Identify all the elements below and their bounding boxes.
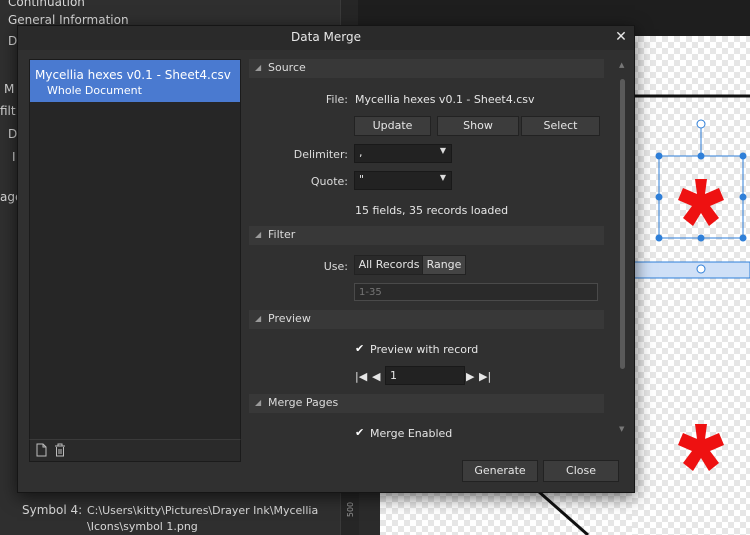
page-border-line bbox=[537, 489, 589, 535]
preview-checkbox[interactable]: ✔ bbox=[355, 343, 365, 354]
quote-dropdown[interactable]: " ▼ bbox=[354, 171, 452, 190]
panel-text: M bbox=[4, 82, 15, 96]
section-header-filter[interactable]: ◢ Filter bbox=[249, 226, 604, 245]
first-record-icon[interactable]: |◀ bbox=[355, 370, 367, 383]
symbol-path: C:\Users\kitty\Pictures\Drayer Ink\Mycel… bbox=[87, 504, 319, 517]
selection-handle bbox=[696, 264, 706, 274]
new-document-icon[interactable] bbox=[35, 443, 47, 457]
scroll-down-icon[interactable]: ▼ bbox=[619, 425, 624, 433]
collapse-triangle-icon: ◢ bbox=[255, 314, 262, 323]
range-button[interactable]: Range bbox=[422, 255, 466, 275]
scroll-up-icon[interactable]: ▲ bbox=[619, 61, 624, 69]
section-header-merge-pages[interactable]: ◢ Merge Pages bbox=[249, 394, 604, 413]
last-record-icon[interactable]: ▶| bbox=[479, 370, 491, 383]
file-value: Mycellia hexes v0.1 - Sheet4.csv bbox=[355, 93, 535, 106]
section-title: Preview bbox=[268, 312, 311, 325]
symbol-label: Symbol 4: bbox=[22, 503, 83, 517]
record-number-input[interactable] bbox=[385, 366, 465, 385]
next-record-icon[interactable]: ▶ bbox=[466, 370, 474, 383]
merge-enabled-checkbox[interactable]: ✔ bbox=[355, 427, 365, 438]
list-toolbar bbox=[29, 439, 241, 462]
collapse-triangle-icon: ◢ bbox=[255, 230, 262, 239]
collapse-triangle-icon: ◢ bbox=[255, 398, 262, 407]
all-records-button[interactable]: All Records bbox=[354, 255, 424, 275]
use-label: Use: bbox=[323, 260, 348, 273]
records-status: 15 fields, 35 records loaded bbox=[355, 204, 509, 217]
delimiter-label: Delimiter: bbox=[293, 148, 348, 161]
file-label: File: bbox=[325, 93, 348, 106]
close-button[interactable]: Close bbox=[543, 460, 619, 482]
section-header-source[interactable]: ◢ Source bbox=[249, 59, 604, 78]
selection-band bbox=[631, 261, 750, 279]
chevron-down-icon: ▼ bbox=[439, 146, 446, 155]
select-button[interactable]: Select bbox=[521, 116, 600, 136]
list-item[interactable]: Mycellia hexes v0.1 - Sheet4.csv Whole D… bbox=[30, 60, 240, 102]
preview-label: Preview with record bbox=[370, 343, 479, 356]
panel-text: D bbox=[8, 34, 18, 48]
data-source-list[interactable]: Mycellia hexes v0.1 - Sheet4.csv Whole D… bbox=[29, 59, 241, 441]
ruler-label: 500 bbox=[346, 501, 356, 518]
section-title: Merge Pages bbox=[268, 396, 339, 409]
data-source-name: Mycellia hexes v0.1 - Sheet4.csv bbox=[35, 68, 231, 82]
scrollbar-thumb[interactable] bbox=[620, 79, 625, 369]
panel-text: D bbox=[8, 127, 18, 141]
panel-text: Continuation bbox=[8, 0, 85, 9]
collapse-triangle-icon: ◢ bbox=[255, 63, 262, 72]
generate-button[interactable]: Generate bbox=[462, 460, 538, 482]
dialog-title: Data Merge bbox=[291, 30, 361, 44]
delimiter-value: , bbox=[359, 146, 363, 159]
close-icon[interactable]: ✕ bbox=[612, 28, 630, 46]
symbol-path: \Icons\symbol 1.png bbox=[87, 520, 198, 533]
scrollbar[interactable]: ▲ ▼ bbox=[618, 59, 628, 439]
panel-text: I bbox=[12, 150, 16, 164]
data-merge-dialog: Data Merge ✕ Mycellia hexes v0.1 - Sheet… bbox=[17, 25, 635, 493]
chevron-down-icon: ▼ bbox=[439, 173, 446, 182]
merge-enabled-label: Merge Enabled bbox=[370, 427, 453, 440]
update-button[interactable]: Update bbox=[354, 116, 431, 136]
quote-label: Quote: bbox=[310, 175, 348, 188]
section-title: Filter bbox=[268, 228, 296, 241]
panel-text: filt bbox=[0, 104, 16, 118]
previous-record-icon[interactable]: ◀ bbox=[372, 370, 380, 383]
delimiter-dropdown[interactable]: , ▼ bbox=[354, 144, 452, 163]
dialog-titlebar[interactable]: Data Merge ✕ bbox=[18, 26, 634, 50]
section-title: Source bbox=[268, 61, 306, 74]
range-input[interactable] bbox=[354, 283, 598, 301]
red-symbol-shape bbox=[678, 179, 724, 226]
show-button[interactable]: Show bbox=[437, 116, 519, 136]
data-source-scope: Whole Document bbox=[47, 84, 142, 97]
quote-value: " bbox=[359, 173, 365, 186]
section-header-preview[interactable]: ◢ Preview bbox=[249, 310, 604, 329]
trash-icon[interactable] bbox=[54, 443, 66, 457]
red-symbol-shape bbox=[678, 424, 724, 471]
